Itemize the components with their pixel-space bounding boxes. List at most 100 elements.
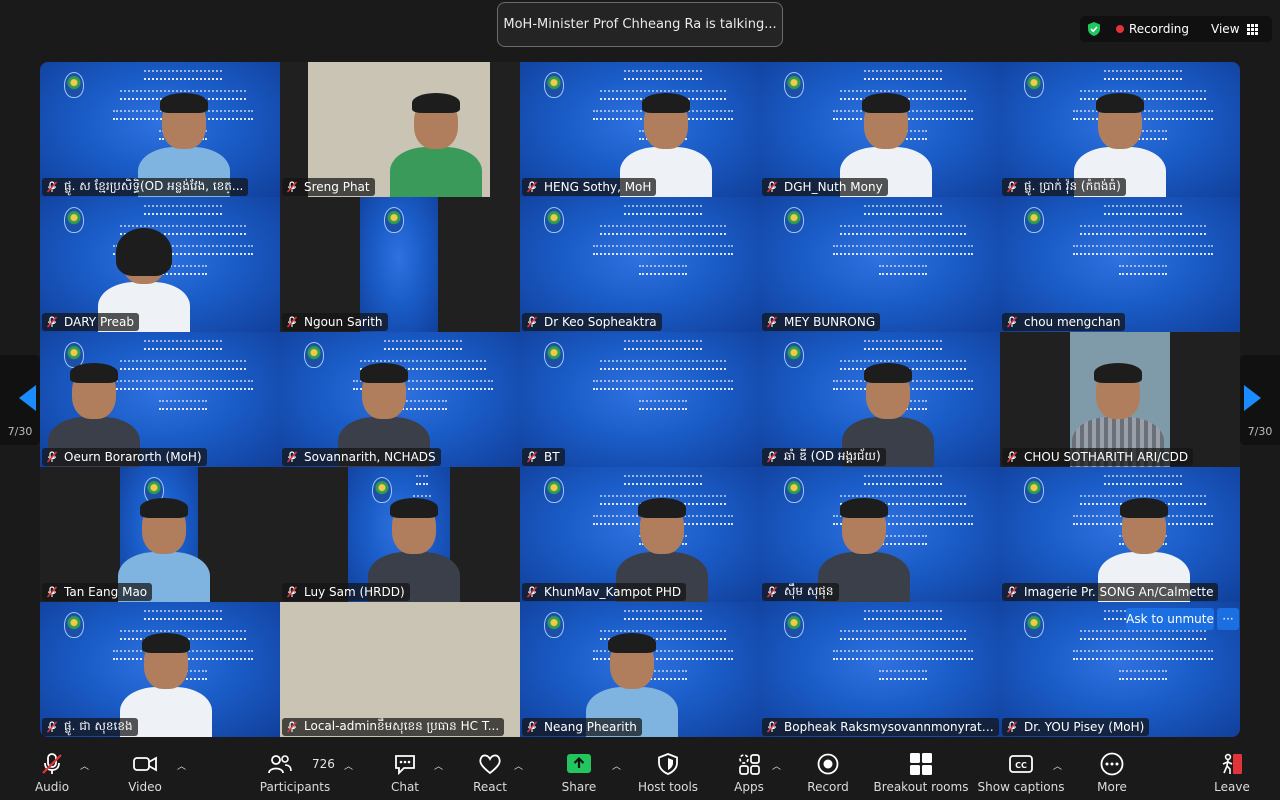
share-screen-button[interactable]: Share	[559, 743, 599, 800]
ask-to-unmute-button[interactable]: Ask to unmute	[1126, 608, 1214, 630]
participant-tile[interactable]: ស៊ឹម សុផុន	[760, 467, 1000, 602]
previous-page-button[interactable]: 7/30	[0, 355, 40, 445]
breakout-rooms-label: Breakout rooms	[873, 780, 969, 794]
muted-mic-icon	[1006, 721, 1018, 733]
participant-name: Sreng Phat	[304, 180, 370, 194]
muted-mic-icon	[1006, 451, 1018, 463]
react-button[interactable]: React	[470, 743, 510, 800]
participant-nameplate: Oeurn Borarorth (MoH)	[42, 448, 207, 466]
participant-nameplate: Sreng Phat	[282, 178, 375, 196]
view-button[interactable]: View	[1211, 22, 1258, 36]
tile-more-options-button[interactable]: ···	[1217, 608, 1239, 630]
breakout-rooms-button[interactable]: Breakout rooms	[874, 743, 968, 800]
show-captions-button[interactable]: CC Show captions	[978, 743, 1065, 800]
chat-options-caret-icon[interactable]: ︿	[434, 759, 443, 772]
active-speaker-banner: MoH-Minister Prof Chheang Ra is talking.…	[497, 2, 783, 47]
participant-nameplate: ស៊ឹម សុផុន	[762, 583, 839, 601]
participant-name: DARY Preab	[64, 315, 135, 329]
participant-tile[interactable]: Local-adminខឹមសុខេន ប្រធាន HC T...	[280, 602, 520, 737]
chat-icon	[395, 755, 415, 776]
muted-mic-icon	[46, 721, 58, 733]
participant-tile[interactable]: KhunMav_Kampot PHD	[520, 467, 760, 602]
participant-nameplate: Tan Eang Mao	[42, 583, 153, 601]
record-icon	[817, 753, 839, 775]
participant-nameplate: Dr. YOU Pisey (MoH)	[1002, 718, 1150, 736]
participants-options-caret-icon[interactable]: ︿	[344, 759, 353, 772]
recording-label: Recording	[1129, 22, 1190, 36]
participant-name: Imagerie Pr. SONG An/Calmette	[1024, 585, 1214, 599]
participant-tile[interactable]: Oeurn Borarorth (MoH)	[40, 332, 280, 467]
participant-tile[interactable]: Sovannarith, NCHADS	[280, 332, 520, 467]
ministry-emblem-icon	[304, 342, 324, 368]
participant-tile[interactable]: HENG Sothy, MoH	[520, 62, 760, 197]
arrow-left-icon	[19, 385, 36, 411]
muted-mic-icon	[1006, 316, 1018, 328]
video-label: Video	[128, 780, 162, 794]
next-page-button[interactable]: 7/30	[1240, 355, 1280, 445]
participant-tile[interactable]: BT	[520, 332, 760, 467]
meeting-toolbar: Audio ︿ Video ︿ Participants 726 ︿ Chat …	[0, 743, 1280, 800]
ministry-emblem-icon	[1024, 612, 1044, 638]
ministry-emblem-icon	[784, 612, 804, 638]
participant-nameplate: ផ្លូ. ស ខ្មែរប្រសិទ្ធិ(OD អន្លង់វែង, ខេត…	[42, 178, 249, 196]
page-indicator-left: 7/30	[7, 425, 33, 438]
muted-mic-icon	[286, 316, 298, 328]
recording-indicator[interactable]: Recording	[1116, 22, 1189, 36]
participant-tile[interactable]: DGH_Nuth Mony	[760, 62, 1000, 197]
participant-tile[interactable]: MEY BUNRONG	[760, 197, 1000, 332]
participant-tile[interactable]: Luy Sam (HRDD)	[280, 467, 520, 602]
participant-tile[interactable]: ឆាំ ឌី (OD អង្គរជ័យ)	[760, 332, 1000, 467]
participant-tile[interactable]: Neang Phearith	[520, 602, 760, 737]
apps-button[interactable]: Apps	[729, 743, 769, 800]
ministry-emblem-icon	[784, 342, 804, 368]
ministry-emblem-icon	[784, 477, 804, 503]
audio-options-caret-icon[interactable]: ︿	[80, 759, 89, 772]
participant-nameplate: Sovannarith, NCHADS	[282, 448, 441, 466]
share-options-caret-icon[interactable]: ︿	[612, 759, 621, 772]
participant-tile[interactable]: Sreng Phat	[280, 62, 520, 197]
participant-nameplate: Ngoun Sarith	[282, 313, 388, 331]
participant-tile[interactable]: chou mengchan	[1000, 197, 1240, 332]
muted-mic-icon	[1006, 586, 1018, 598]
participant-nameplate: Dr Keo Sopheaktra	[522, 313, 662, 331]
page-indicator-right: 7/30	[1247, 425, 1273, 438]
participant-name: DGH_Nuth Mony	[784, 180, 883, 194]
meeting-status-bar: Recording View	[1080, 16, 1272, 42]
leave-button[interactable]: Leave	[1212, 743, 1252, 800]
participant-nameplate: BT	[522, 448, 565, 466]
participant-tile[interactable]: ផ្លូ. ប្រាក់ វ៉ុន (កំពង់ធំ)	[1000, 62, 1240, 197]
chat-button[interactable]: Chat	[385, 743, 425, 800]
participant-tile[interactable]: ផ្លូ. ស ខ្មែរប្រសិទ្ធិ(OD អន្លង់វែង, ខេត…	[40, 62, 280, 197]
leave-icon	[1222, 753, 1242, 774]
video-options-caret-icon[interactable]: ︿	[177, 759, 186, 772]
host-tools-button[interactable]: Host tools	[633, 743, 703, 800]
participant-name: KhunMav_Kampot PHD	[544, 585, 682, 599]
captions-options-caret-icon[interactable]: ︿	[1053, 759, 1062, 772]
audio-button[interactable]: Audio	[30, 743, 74, 800]
react-options-caret-icon[interactable]: ︿	[514, 759, 523, 772]
muted-mic-icon	[526, 181, 538, 193]
participant-tile[interactable]: Bopheak Raksmysovannmonyrat_DGA	[760, 602, 1000, 737]
participant-tile[interactable]: ផ្លូ. ជា សុខខេង	[40, 602, 280, 737]
ministry-emblem-icon	[784, 72, 804, 98]
participant-tile[interactable]: Ngoun Sarith	[280, 197, 520, 332]
apps-icon	[739, 754, 760, 775]
participant-tile[interactable]: DARY Preab	[40, 197, 280, 332]
record-button[interactable]: Record	[806, 743, 850, 800]
participant-tile[interactable]: Dr Keo Sopheaktra	[520, 197, 760, 332]
shield-check-icon[interactable]	[1086, 21, 1102, 37]
participant-tile[interactable]: CHOU SOTHARITH ARI/CDD	[1000, 332, 1240, 467]
participant-name: MEY BUNRONG	[784, 315, 876, 329]
ministry-emblem-icon	[1024, 207, 1044, 233]
video-button[interactable]: Video	[123, 743, 167, 800]
participants-button[interactable]: Participants	[260, 743, 330, 800]
apps-options-caret-icon[interactable]: ︿	[772, 759, 781, 772]
more-button[interactable]: More	[1092, 743, 1132, 800]
ministry-emblem-icon	[64, 207, 84, 233]
participant-nameplate: Bopheak Raksmysovannmonyrat_DGA	[762, 718, 999, 736]
participant-tile[interactable]: Tan Eang Mao	[40, 467, 280, 602]
record-label: Record	[807, 780, 849, 794]
muted-mic-icon	[46, 451, 58, 463]
grid-view-icon	[1246, 23, 1258, 35]
participant-tile[interactable]: Imagerie Pr. SONG An/Calmette	[1000, 467, 1240, 602]
